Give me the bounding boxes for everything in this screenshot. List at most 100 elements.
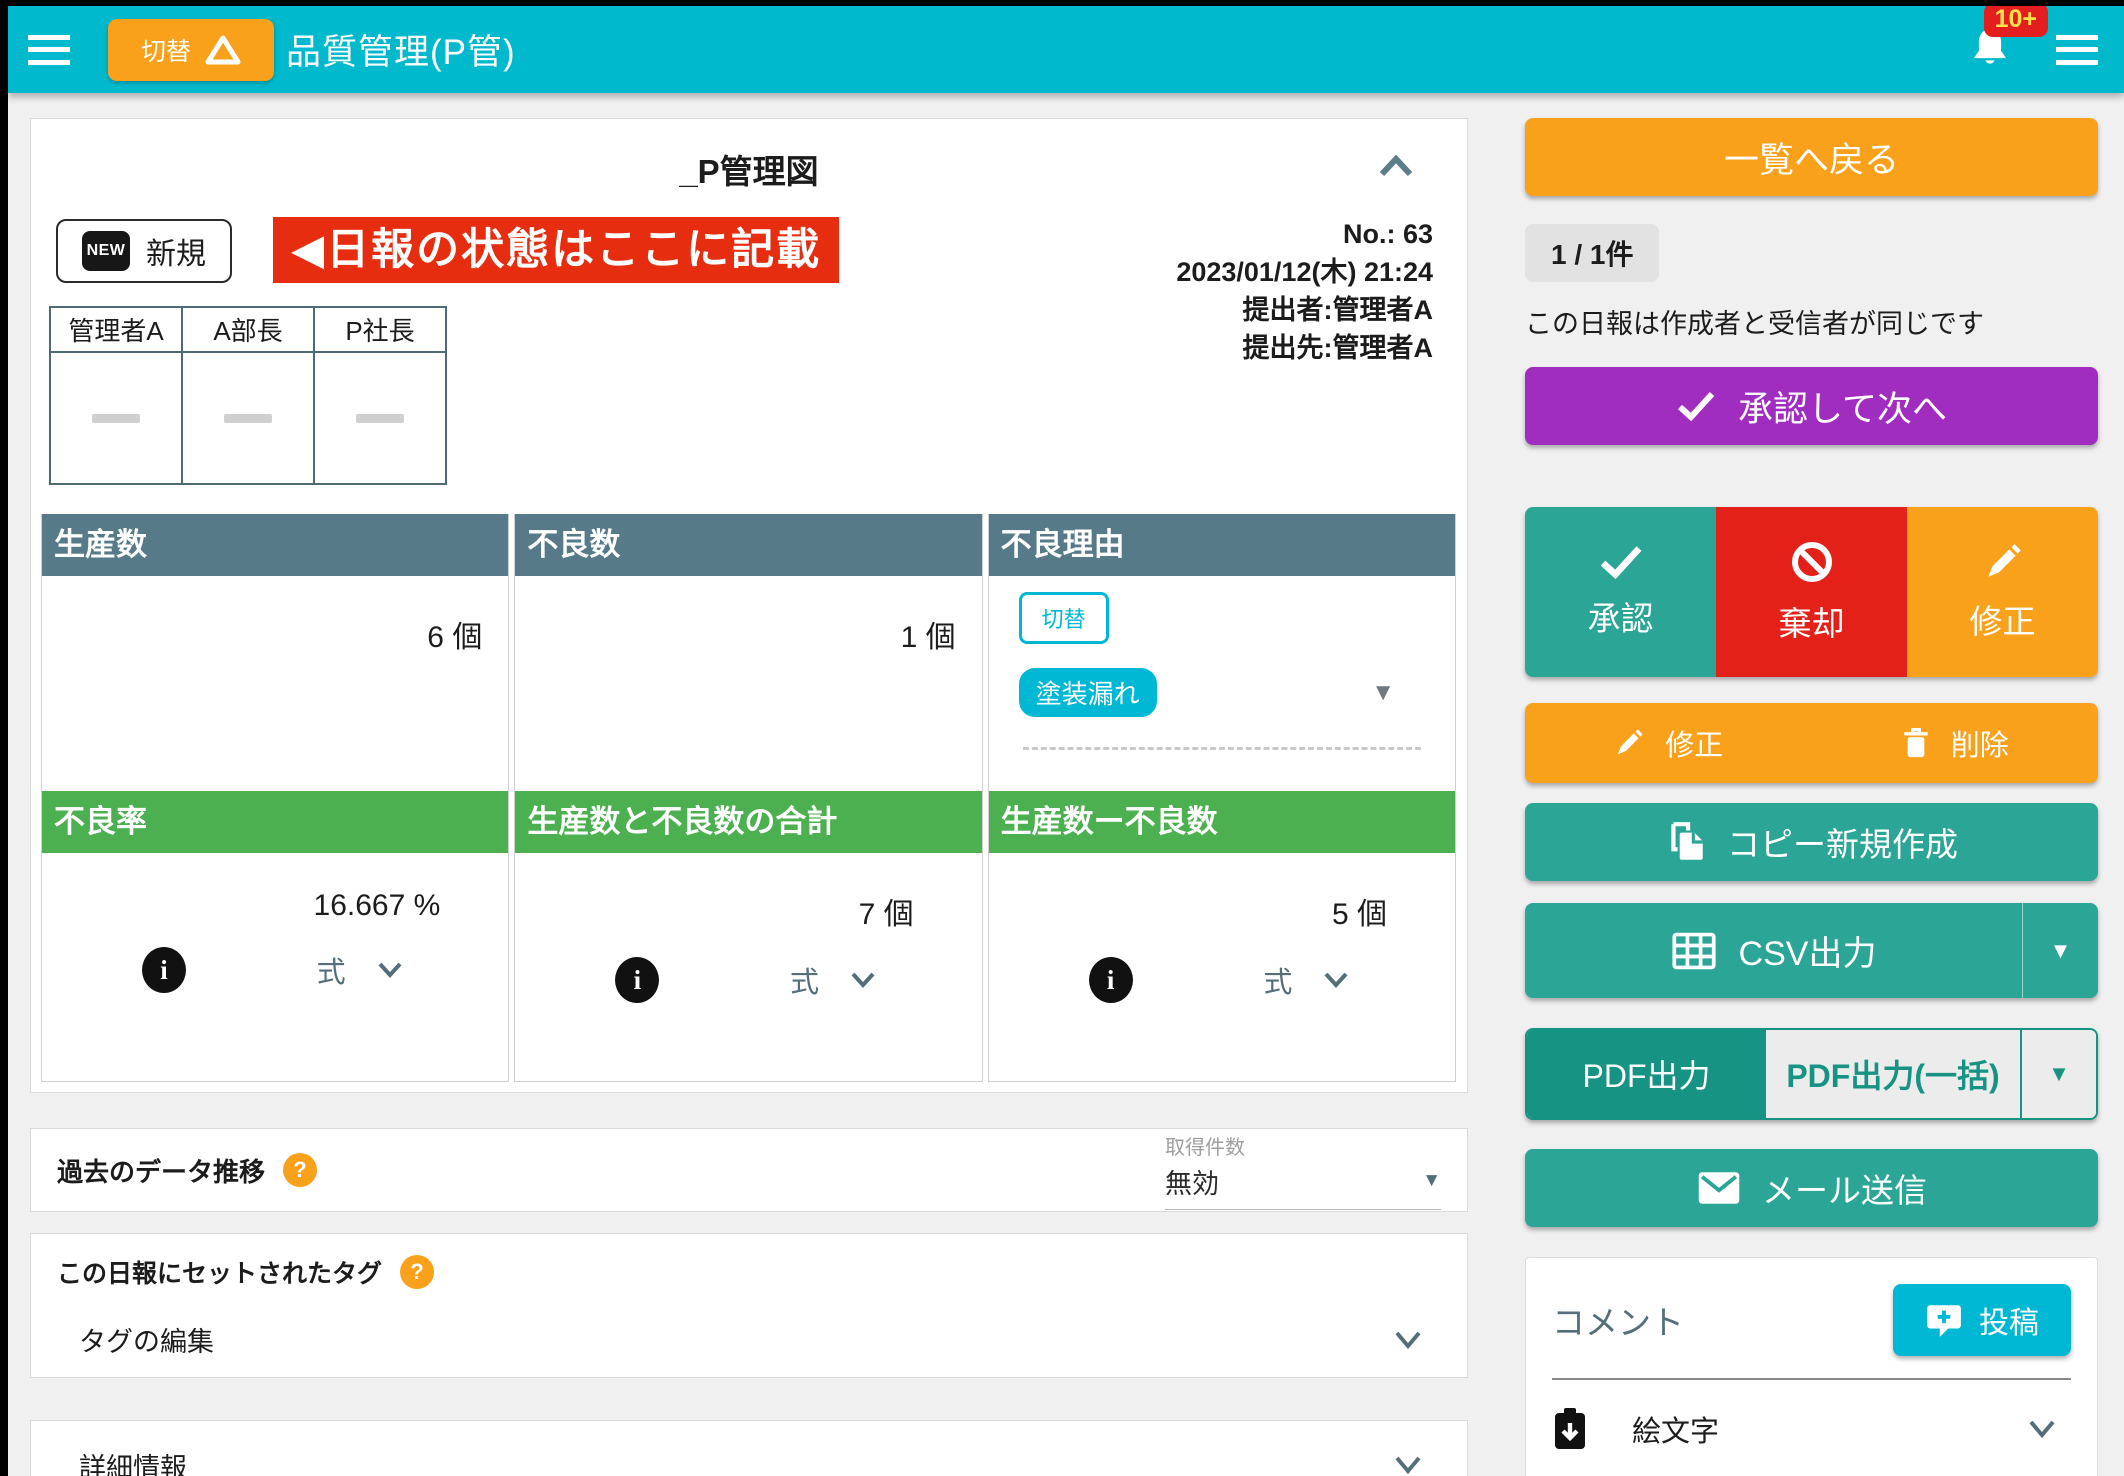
info-icon[interactable]: i bbox=[142, 947, 186, 993]
empty-stamp-dash bbox=[224, 414, 272, 423]
pencil-icon bbox=[1613, 727, 1645, 759]
grid-cell-total: 7 個 i 式 bbox=[515, 853, 981, 1081]
chevron-down-icon[interactable] bbox=[1322, 970, 1350, 990]
csv-export-dropdown[interactable]: ▼ bbox=[2022, 903, 2098, 998]
difference-value: 5 個 bbox=[989, 853, 1455, 933]
pencil-icon bbox=[1982, 541, 2024, 583]
fetch-count-label: 取得件数 bbox=[1165, 1131, 1441, 1160]
menu-icon[interactable] bbox=[28, 35, 70, 65]
tags-section: この日報にセットされたタグ ? タグの編集 bbox=[30, 1233, 1468, 1378]
report-submitter: 提出者:管理者A bbox=[1176, 291, 1433, 329]
fetch-count-value: 無効 bbox=[1165, 1162, 1219, 1201]
info-icon[interactable]: i bbox=[1089, 957, 1133, 1003]
help-icon[interactable]: ? bbox=[400, 1255, 434, 1289]
approval-stamp-table: 管理者A A部長 P社長 bbox=[49, 306, 447, 485]
pdf-export-batch-button[interactable]: PDF出力(一括) bbox=[1766, 1030, 2020, 1118]
approve-button[interactable]: 承認 bbox=[1525, 507, 1716, 677]
empty-stamp-dash bbox=[356, 414, 404, 423]
trash-icon bbox=[1901, 726, 1931, 760]
defect-reason-tag[interactable]: 塗装漏れ bbox=[1019, 668, 1157, 717]
report-recipient: 提出先:管理者A bbox=[1176, 329, 1433, 367]
reject-button[interactable]: 棄却 bbox=[1716, 507, 1907, 677]
switch-button[interactable]: 切替 bbox=[108, 19, 274, 81]
details-section[interactable]: 詳細情報 bbox=[30, 1420, 1468, 1476]
metrics-grid: 生産数 6 個 不良率 16.667 % i 式 bbox=[41, 514, 1456, 1082]
table-icon bbox=[1671, 931, 1717, 971]
history-title: 過去のデータ推移 bbox=[57, 1152, 265, 1189]
status-new-label: 新規 bbox=[146, 229, 206, 273]
hamburger-icon bbox=[2056, 35, 2098, 65]
appbar-actions: 10+ bbox=[1970, 25, 2098, 74]
chevron-down-icon[interactable] bbox=[1393, 1329, 1423, 1351]
report-card: _P管理図 NEW 新規 ◀日報の状態はここに記載 No.: 63 2023/0… bbox=[30, 118, 1468, 1093]
reason-switch-button[interactable]: 切替 bbox=[1019, 592, 1109, 644]
delete-button[interactable]: 削除 bbox=[1812, 703, 2099, 783]
action-sidebar: 一覧へ戻る 1 / 1件 この日報は作成者と受信者が同じです 承認して次へ 承認… bbox=[1525, 118, 2098, 1476]
copy-create-button[interactable]: コピー新規作成 bbox=[1525, 803, 2098, 881]
back-to-list-button[interactable]: 一覧へ戻る bbox=[1525, 118, 2098, 196]
production-value: 6 個 bbox=[42, 576, 508, 656]
csv-export-button[interactable]: CSV出力 ▼ bbox=[1525, 903, 2098, 998]
approval-stamp-cell bbox=[314, 352, 446, 484]
new-icon: NEW bbox=[82, 231, 130, 271]
formula-label: 式 bbox=[1263, 959, 1292, 1001]
chevron-down-icon[interactable] bbox=[2027, 1418, 2057, 1440]
dropdown-caret-icon[interactable]: ▼ bbox=[1371, 679, 1395, 707]
app-bar: 切替 品質管理(P管) 10+ bbox=[8, 6, 2124, 93]
page-title: 品質管理(P管) bbox=[286, 24, 516, 75]
pdf-export-dropdown[interactable]: ▼ bbox=[2020, 1030, 2096, 1118]
chevron-down-icon[interactable] bbox=[1393, 1454, 1423, 1476]
approval-stamp-cell bbox=[50, 352, 182, 484]
chevron-down-icon[interactable] bbox=[376, 960, 404, 980]
approval-column-header: P社長 bbox=[314, 307, 446, 352]
mail-send-button[interactable]: メール送信 bbox=[1525, 1149, 2098, 1227]
info-icon[interactable]: i bbox=[615, 957, 659, 1003]
fix-button[interactable]: 修正 bbox=[1907, 507, 2098, 677]
grid-cell-defect-rate: 16.667 % i 式 bbox=[42, 853, 508, 1081]
report-datetime: 2023/01/12(木) 21:24 bbox=[1176, 253, 1433, 291]
same-author-notice: この日報は作成者と受信者が同じです bbox=[1525, 302, 2098, 341]
defect-rate-value: 16.667 % bbox=[42, 853, 508, 923]
reason-select-row[interactable]: 塗装漏れ ▼ bbox=[1019, 668, 1431, 717]
collapse-chevron-up-icon[interactable] bbox=[1377, 153, 1415, 182]
fix-label: 修正 bbox=[1970, 595, 2036, 643]
pdf-export-button[interactable]: PDF出力 bbox=[1527, 1030, 1766, 1118]
overflow-menu-icon[interactable] bbox=[2056, 35, 2098, 65]
comments-card: コメント 投稿 絵文字 bbox=[1525, 1257, 2098, 1476]
defects-value: 1 個 bbox=[515, 576, 981, 656]
page-content: _P管理図 NEW 新規 ◀日報の状態はここに記載 No.: 63 2023/0… bbox=[8, 93, 2124, 1476]
formula-label: 式 bbox=[317, 949, 346, 991]
notifications-button[interactable]: 10+ bbox=[1970, 25, 2010, 74]
comments-divider bbox=[1552, 1378, 2071, 1380]
post-comment-button[interactable]: 投稿 bbox=[1893, 1284, 2071, 1356]
pager-badge: 1 / 1件 bbox=[1525, 224, 1659, 282]
comments-title: コメント bbox=[1552, 1296, 1684, 1344]
status-annotation-banner: ◀日報の状態はここに記載 bbox=[273, 217, 839, 283]
csv-export-label: CSV出力 bbox=[1739, 926, 1877, 975]
formula-row: i 式 bbox=[42, 947, 508, 993]
help-icon[interactable]: ? bbox=[283, 1153, 317, 1187]
grid-header-defects: 不良数 bbox=[515, 514, 981, 576]
grid-cell-defects: 1 個 bbox=[515, 576, 981, 791]
grid-header-production: 生産数 bbox=[42, 514, 508, 576]
envelope-icon bbox=[1696, 1170, 1742, 1206]
approve-and-next-button[interactable]: 承認して次へ bbox=[1525, 367, 2098, 445]
report-title: _P管理図 bbox=[31, 145, 1467, 193]
formula-label: 式 bbox=[790, 959, 819, 1001]
report-number: No.: 63 bbox=[1176, 215, 1433, 253]
emoji-row[interactable]: 絵文字 bbox=[1552, 1406, 2071, 1452]
comment-plus-icon bbox=[1925, 1302, 1963, 1338]
approval-column-header: A部長 bbox=[182, 307, 314, 352]
chevron-down-icon[interactable] bbox=[849, 970, 877, 990]
reject-label: 棄却 bbox=[1779, 597, 1845, 645]
grid-column-reason: 不良理由 切替 塗装漏れ ▼ 生産数ー不良数 5 個 bbox=[988, 514, 1456, 1082]
edit-delete-bar: 修正 削除 bbox=[1525, 703, 2098, 783]
grid-header-reason: 不良理由 bbox=[989, 514, 1455, 576]
tags-title: この日報にセットされたタグ bbox=[57, 1254, 382, 1290]
fetch-count-select[interactable]: 取得件数 無効 ▼ bbox=[1165, 1131, 1441, 1210]
clipboard-paste-icon bbox=[1552, 1406, 1588, 1452]
ban-icon bbox=[1789, 539, 1835, 585]
edit-button[interactable]: 修正 bbox=[1525, 703, 1812, 783]
tag-edit-row[interactable]: タグの編集 bbox=[57, 1320, 1441, 1359]
triangle-icon bbox=[205, 34, 241, 66]
